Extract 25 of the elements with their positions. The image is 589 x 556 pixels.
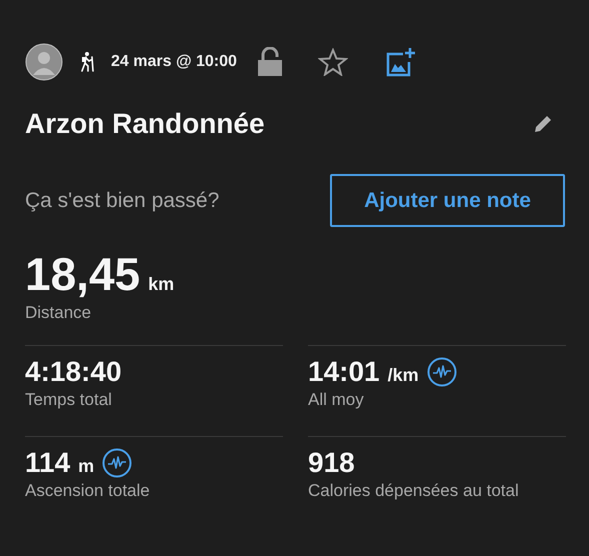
heart-rate-icon[interactable]	[426, 357, 457, 387]
stat-value: 918	[308, 447, 355, 479]
stat-label: Distance	[25, 303, 92, 323]
add-photo-icon[interactable]	[384, 46, 417, 78]
stat-label: Ascension totale	[25, 481, 151, 501]
stat-label: Temps total	[25, 390, 113, 410]
stat-label: Calories dépensées au total	[308, 481, 520, 501]
stat-unit: /km	[388, 364, 419, 386]
feedback-question: Ça s'est bien passé?	[25, 188, 220, 212]
stat-value: 114	[25, 447, 70, 479]
hiker-icon	[79, 51, 95, 73]
heart-rate-icon[interactable]	[102, 448, 132, 478]
star-icon[interactable]	[318, 48, 348, 76]
activity-title: Arzon Randonnée	[25, 108, 265, 140]
stat-unit: m	[78, 456, 94, 476]
lock-icon[interactable]	[256, 47, 283, 77]
avatar-icon[interactable]	[25, 43, 63, 81]
stat-label: All moy	[308, 390, 365, 410]
activity-date: 24 mars @ 10:00	[111, 53, 237, 71]
add-note-button[interactable]: Ajouter une note	[330, 174, 565, 227]
stat-value: 14:01	[308, 356, 380, 388]
stat-unit: km	[148, 274, 174, 295]
stat-value: 4:18:40	[25, 356, 122, 388]
edit-icon[interactable]	[533, 114, 553, 134]
stat-value: 18,45	[25, 247, 140, 301]
